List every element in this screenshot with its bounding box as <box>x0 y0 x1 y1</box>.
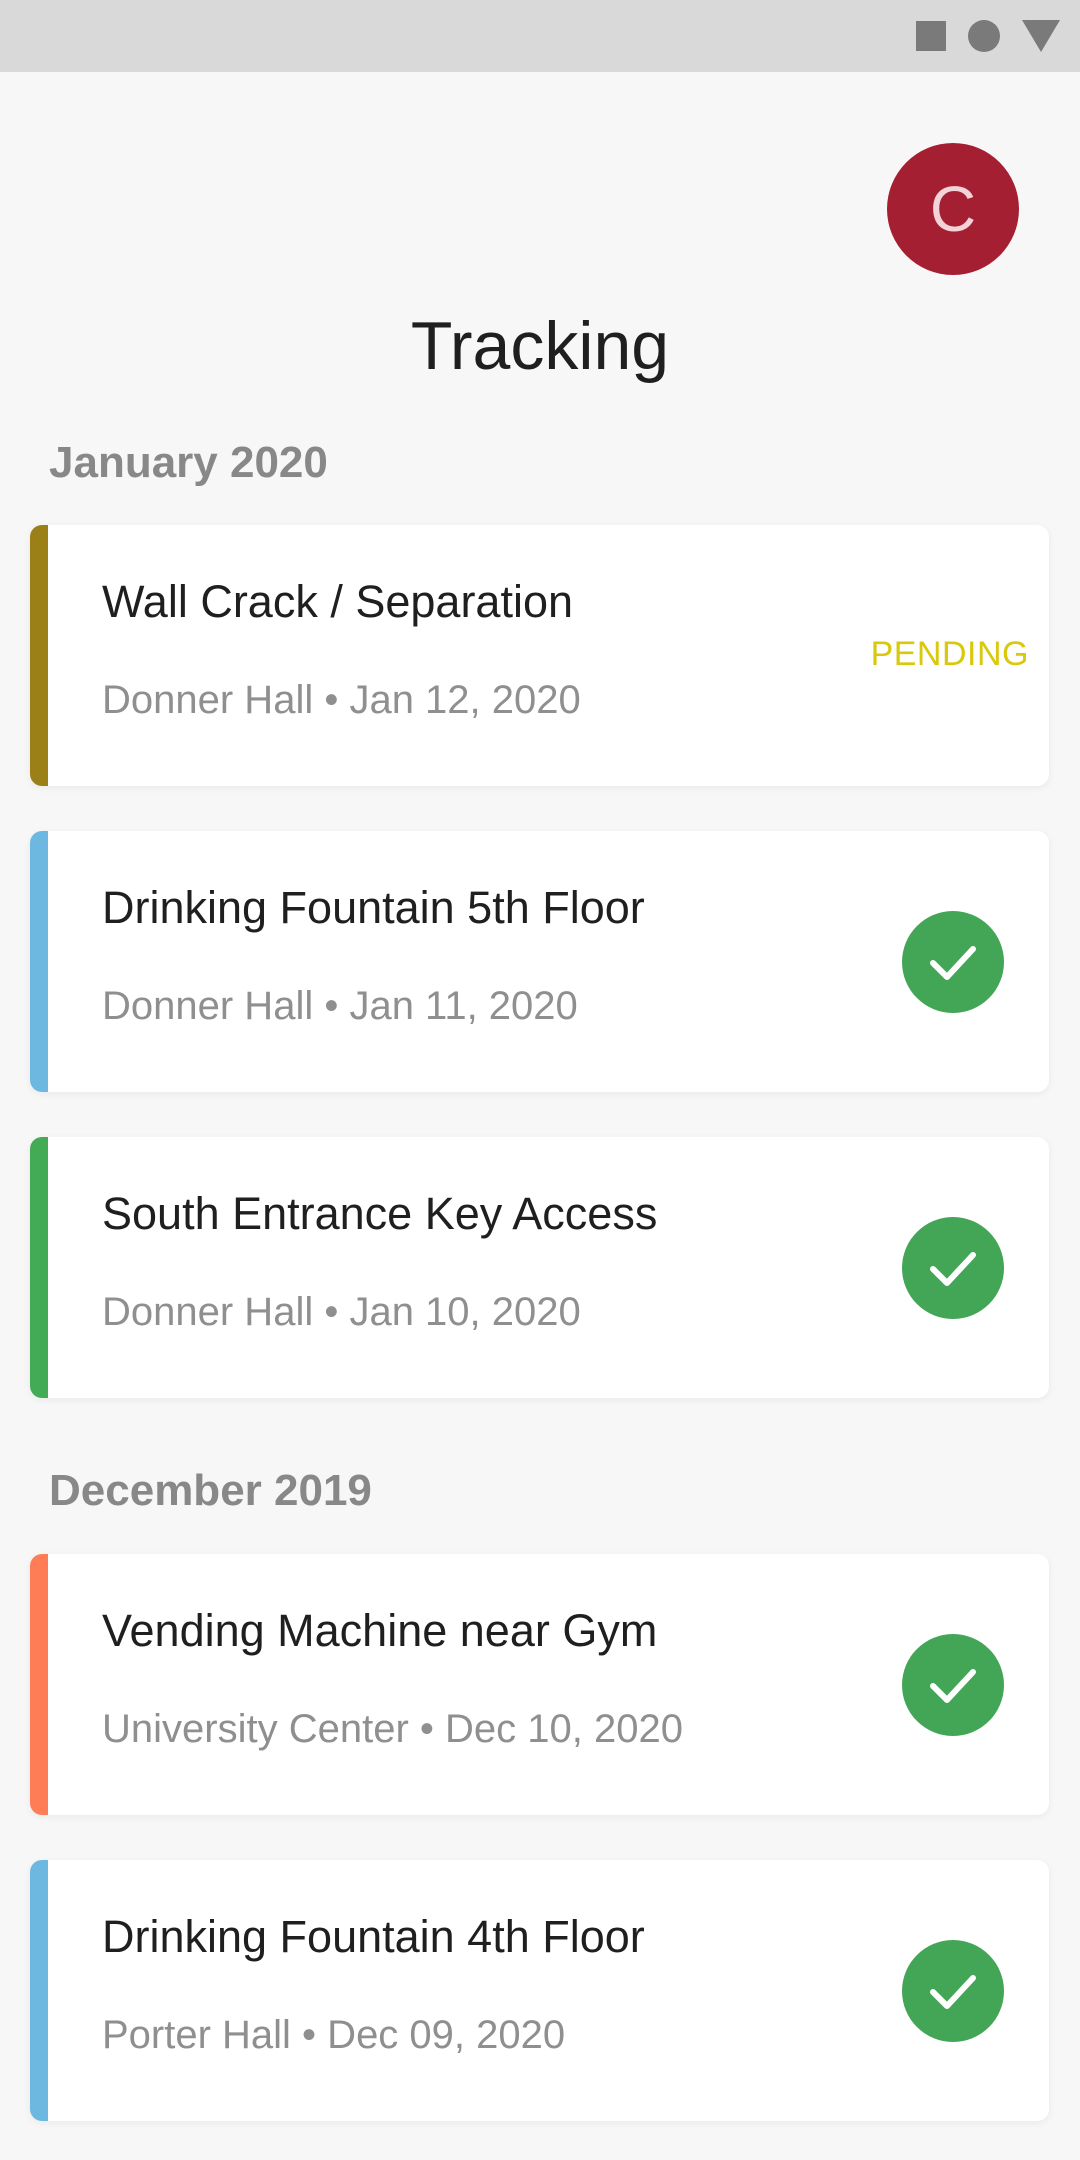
section-heading-january-2020: January 2020 <box>49 438 328 487</box>
status-pending-label: PENDING <box>870 635 1029 673</box>
check-icon <box>902 1634 1004 1736</box>
card-meta: University Center • Dec 10, 2020 <box>102 1707 683 1751</box>
card-title: Wall Crack / Separation <box>102 576 574 627</box>
system-icons <box>916 18 1060 54</box>
card-meta: Donner Hall • Jan 12, 2020 <box>102 678 581 722</box>
card-accent-bar <box>30 1137 48 1398</box>
card-meta: Donner Hall • Jan 11, 2020 <box>102 984 578 1028</box>
check-icon <box>902 1217 1004 1319</box>
page-title: Tracking <box>410 308 670 384</box>
tracking-card-south-entrance[interactable]: South Entrance Key Access Donner Hall • … <box>30 1137 1049 1398</box>
card-title: Drinking Fountain 4th Floor <box>102 1911 645 1962</box>
status-bar <box>0 0 1080 72</box>
card-title: Drinking Fountain 5th Floor <box>102 882 645 933</box>
card-accent-bar <box>30 1860 48 2121</box>
card-title: Vending Machine near Gym <box>102 1605 658 1656</box>
check-icon <box>902 911 1004 1013</box>
card-meta: Porter Hall • Dec 09, 2020 <box>102 2013 566 2057</box>
avatar[interactable]: C <box>887 143 1019 275</box>
tracking-card-drinking-fountain-4th[interactable]: Drinking Fountain 4th Floor Porter Hall … <box>30 1860 1049 2121</box>
card-accent-bar <box>30 1554 48 1815</box>
card-accent-bar <box>30 525 48 786</box>
section-heading-december-2019: December 2019 <box>49 1466 372 1515</box>
circle-icon <box>968 20 1000 52</box>
tracking-card-wall-crack[interactable]: Wall Crack / Separation Donner Hall • Ja… <box>30 525 1049 786</box>
square-icon <box>916 21 946 51</box>
tracking-card-drinking-fountain-5th[interactable]: Drinking Fountain 5th Floor Donner Hall … <box>30 831 1049 1092</box>
card-title: South Entrance Key Access <box>102 1188 658 1239</box>
check-icon <box>902 1940 1004 2042</box>
card-meta: Donner Hall • Jan 10, 2020 <box>102 1290 581 1334</box>
tracking-card-vending-machine[interactable]: Vending Machine near Gym University Cent… <box>30 1554 1049 1815</box>
triangle-icon <box>1022 20 1060 52</box>
card-accent-bar <box>30 831 48 1092</box>
